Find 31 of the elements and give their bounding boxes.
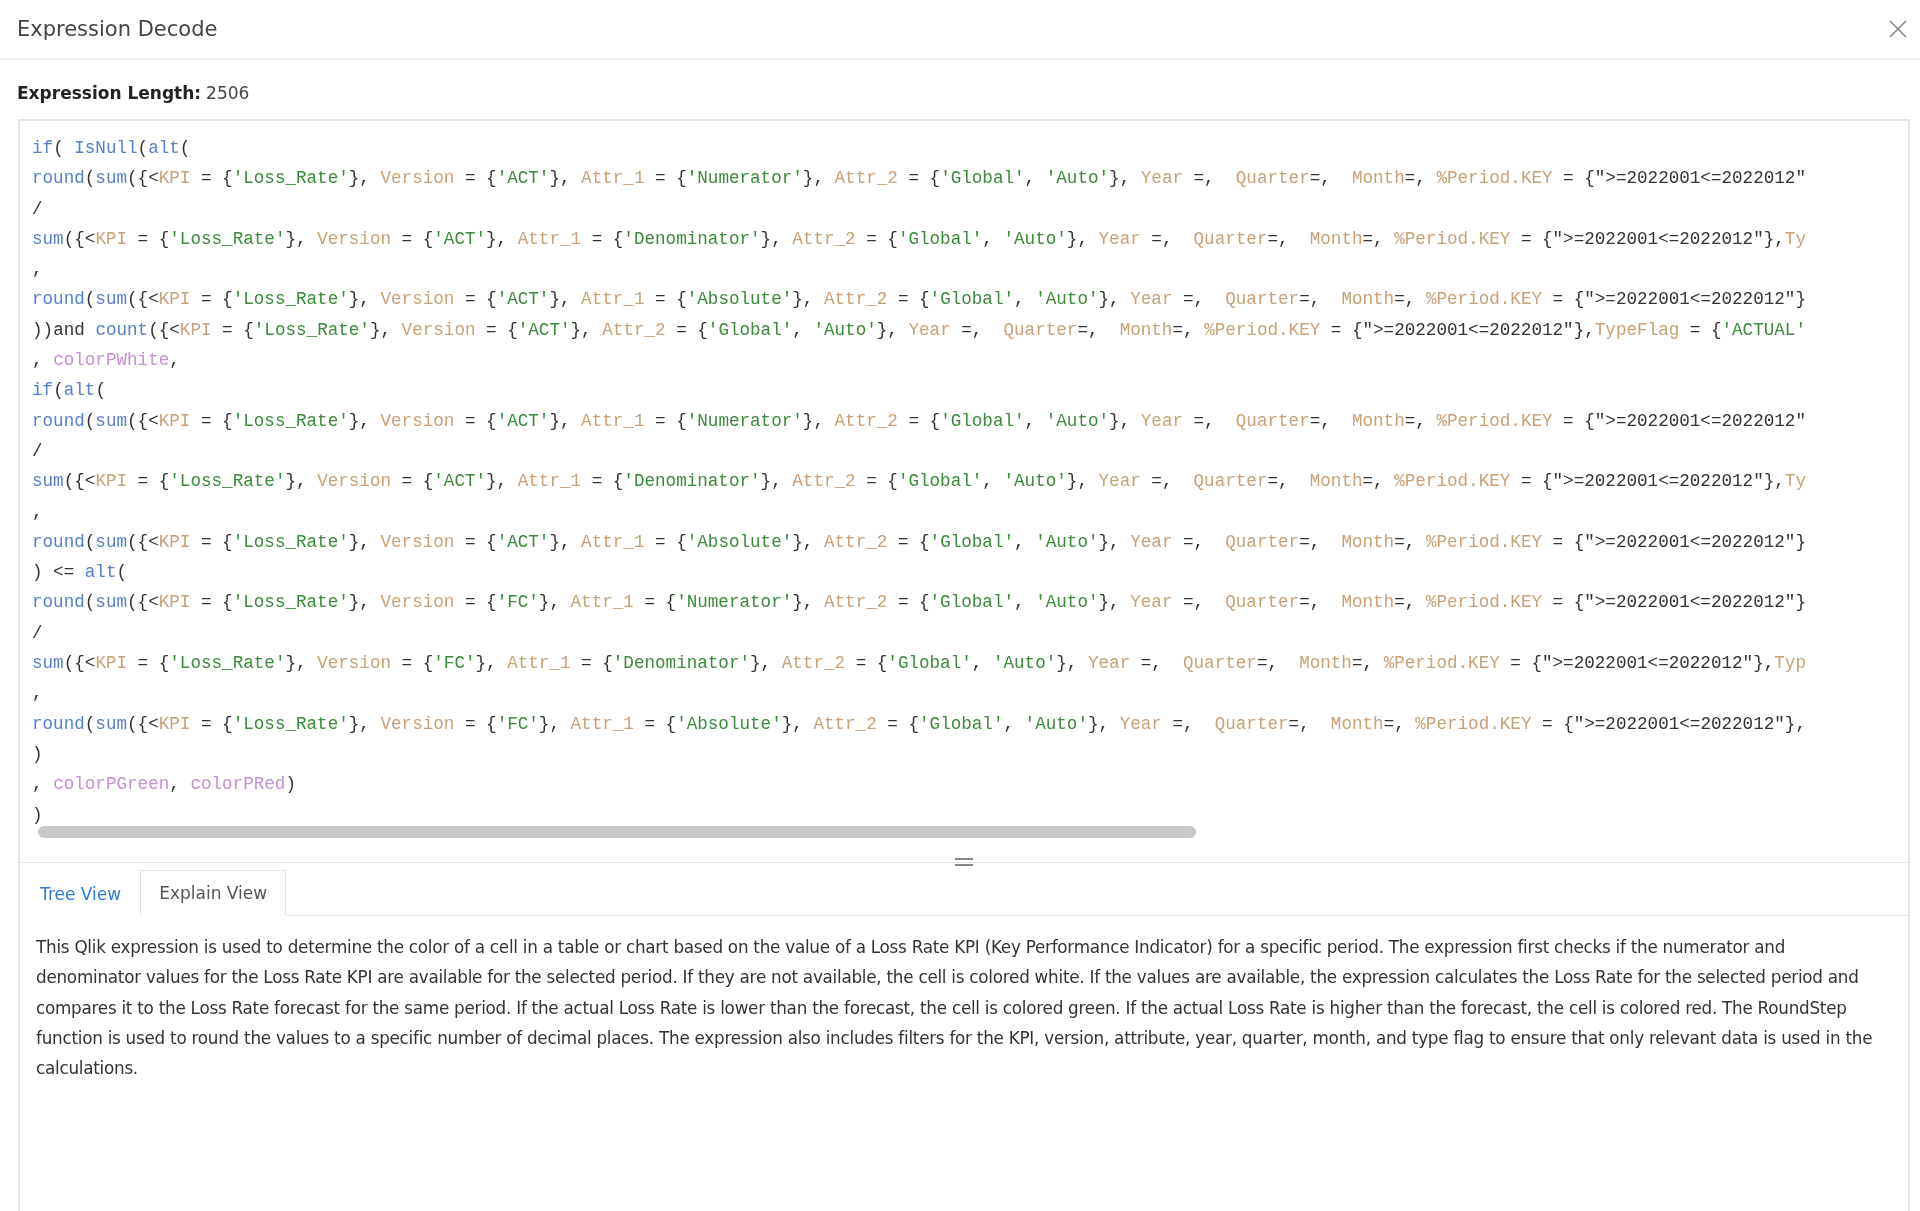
code-line: round(sum({<KPI = {'Loss_Rate'}, Version = {'ACT'}, Attr_1 = {'Numerator'}, Attr_2 = {'Global', 'Auto'}, Year =, Quarter=, Month=, %Period.KEY = {">=2022001<=2022012" <box>32 167 1806 191</box>
code-line: if(alt( <box>32 379 106 403</box>
code-line: , colorPWhite, <box>32 349 180 373</box>
resize-handle-icon[interactable] <box>954 857 974 867</box>
code-line: , colorPGreen, colorPRed) <box>32 773 296 797</box>
code-line: ) <box>32 803 43 827</box>
code-line: round(sum({<KPI = {'Loss_Rate'}, Version = {'FC'}, Attr_1 = {'Numerator'}, Attr_2 = {'Global', 'Auto'}, Year =, Quarter=, Month=, %Period.KEY = {">=2022001<=2022012"} <box>32 591 1806 615</box>
code-line: sum({<KPI = {'Loss_Rate'}, Version = {'ACT'}, Attr_1 = {'Denominator'}, Attr_2 = {'Global', 'Auto'}, Year =, Quarter=, Month=, %Period.KEY = {">=2022001<=2022012"},Ty <box>32 470 1806 494</box>
explanation-text: This Qlik expression is used to determine the color of a cell in a table or chart based on the value of a Loss Rate KPI (Key Performance Indicator) for a specific period. The expression first checks if the numerator and denominator values for the Loss Rate KPI are available for the selected period. If they are not available, the cell is colored white. If the values are available, the expression calculates the Loss Rate for the selected period and compares it to the Loss Rate forecast for the same period. If the actual Loss Rate is lower than the forecast, the cell is colored green. If the actual Loss Rate is higher than the forecast, the cell is colored red. The RoundStep function is used to round the values to a specific number of decimal places. The expression also includes filters for the KPI, version, attribute, year, quarter, month, and type flag to ensure that only relevant data is used in the calculations. <box>35 936 1874 1081</box>
code-editor[interactable] <box>20 119 1908 863</box>
code-line: / <box>32 439 43 463</box>
view-tab[interactable]: Explain View <box>140 870 287 916</box>
code-line: sum({<KPI = {'Loss_Rate'}, Version = {'ACT'}, Attr_1 = {'Denominator'}, Attr_2 = {'Global', 'Auto'}, Year =, Quarter=, Month=, %Period.KEY = {">=2022001<=2022012"},Ty <box>32 227 1806 251</box>
code-line: ) <= alt( <box>32 561 128 585</box>
code-line: , <box>32 500 43 524</box>
code-line: ))and count({<KPI = {'Loss_Rate'}, Version = {'ACT'}, Attr_2 = {'Global', 'Auto'}, Year =, Quarter=, Month=, %Period.KEY = {">=2022001<=2022012"},TypeFlag = {'ACTUAL' <box>32 318 1806 342</box>
code-line: round(sum({<KPI = {'Loss_Rate'}, Version = {'ACT'}, Attr_1 = {'Absolute'}, Attr_2 = {'Global', 'Auto'}, Year =, Quarter=, Month=, %Period.KEY = {">=2022001<=2022012"} <box>32 530 1806 554</box>
horizontal-scrollbar[interactable] <box>38 826 1196 838</box>
code-line: , <box>32 258 43 282</box>
dialog-title: Expression Decode <box>17 17 218 41</box>
expression-length-value: 2506 <box>206 83 250 105</box>
code-line: sum({<KPI = {'Loss_Rate'}, Version = {'FC'}, Attr_1 = {'Denominator'}, Attr_2 = {'Global', 'Auto'}, Year =, Quarter=, Month=, %Period.KEY = {">=2022001<=2022012"},Typ <box>32 652 1806 676</box>
code-line: round(sum({<KPI = {'Loss_Rate'}, Version = {'FC'}, Attr_1 = {'Absolute'}, Attr_2 = {'Global', 'Auto'}, Year =, Quarter=, Month=, %Period.KEY = {">=2022001<=2022012"}, <box>32 712 1806 736</box>
code-line: ) <box>32 742 43 766</box>
expression-length-label: Expression Length: <box>17 83 202 105</box>
code-line: round(sum({<KPI = {'Loss_Rate'}, Version = {'ACT'}, Attr_1 = {'Absolute'}, Attr_2 = {'Global', 'Auto'}, Year =, Quarter=, Month=, %Period.KEY = {">=2022001<=2022012"} <box>32 288 1806 312</box>
code-line: / <box>32 197 43 221</box>
code-line: round(sum({<KPI = {'Loss_Rate'}, Version = {'ACT'}, Attr_1 = {'Numerator'}, Attr_2 = {'Global', 'Auto'}, Year =, Quarter=, Month=, %Period.KEY = {">=2022001<=2022012" <box>32 409 1806 433</box>
code-line: if( IsNull(alt( <box>32 137 191 160</box>
code-line: , <box>32 682 43 706</box>
code-line: / <box>32 621 43 645</box>
